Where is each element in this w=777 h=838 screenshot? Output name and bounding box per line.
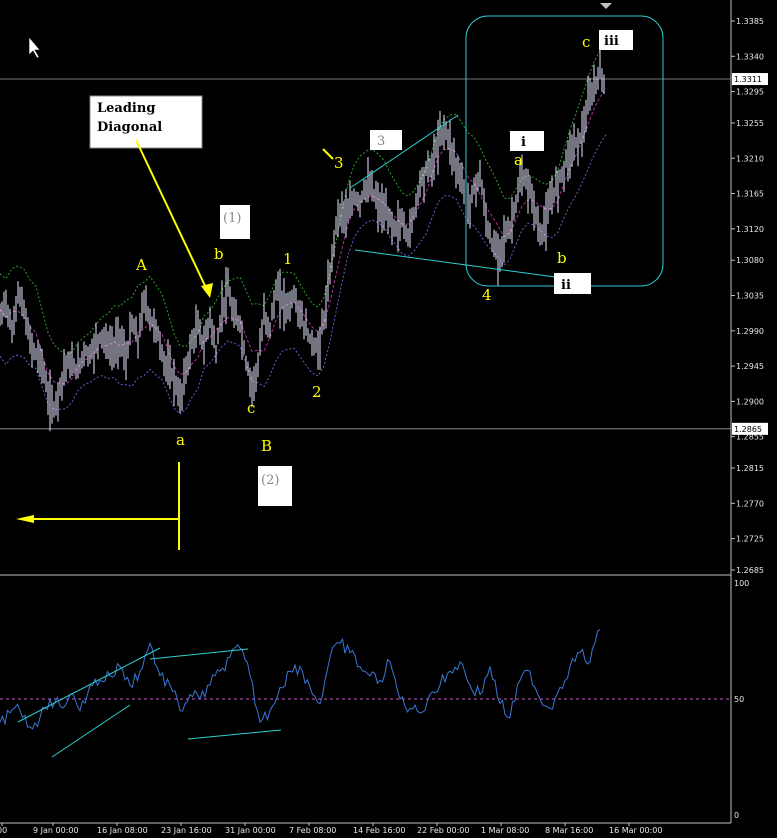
trend-lines[interactable] (17, 114, 556, 758)
time-tick-label: 22 Feb 00:00 (417, 826, 469, 835)
time-tick-label: 14 Feb 16:00 (353, 826, 405, 835)
label-B: B (261, 437, 272, 455)
left-arrow-icon (16, 462, 180, 550)
osc-trend-upper[interactable] (17, 647, 161, 723)
cursor-arrow-icon (28, 36, 41, 59)
label-4: 4 (482, 286, 492, 304)
label-box-1: (1) (223, 211, 241, 226)
time-tick-label: 9 Jan 00:00 (33, 826, 79, 835)
price-tick-label: 1.3255 (736, 119, 764, 128)
label-2: 2 (312, 383, 322, 401)
time-tick-label: 16 Mar 00:00 (609, 826, 662, 835)
current-price-label: 1.3311 (734, 75, 762, 84)
leading-label-line2: Diagonal (97, 120, 162, 135)
trend-line-upper[interactable] (349, 114, 459, 189)
price-tick-label: 1.3210 (736, 154, 764, 163)
price-tick-label: 1.3080 (736, 256, 764, 265)
wave-3-marker (322, 148, 334, 160)
osc-flat-upper[interactable] (149, 648, 249, 660)
label-c-low: c (247, 399, 255, 417)
marked-low-label: 1.2865 (734, 425, 762, 434)
osc-trend-lower[interactable] (51, 704, 131, 758)
time-tick-label: 1 Mar 08:00 (481, 826, 529, 835)
box-3-bg (370, 130, 402, 150)
box-i-bg (510, 131, 544, 151)
box-ii-bg (554, 273, 591, 294)
callout-arrow-head (201, 283, 213, 298)
label-1: 1 (283, 250, 293, 268)
time-tick-label: 8 Mar 16:00 (545, 826, 593, 835)
lower-band-line (0, 134, 607, 415)
chart-window: 1.3385 1.3340 1.3295 1.3255 1.3210 1.3165 1.31… (0, 0, 777, 838)
price-tick-label: 1.2725 (736, 535, 764, 544)
osc-flat-lower[interactable] (187, 729, 282, 740)
time-tick-label: 7 Feb 08:00 (289, 826, 336, 835)
price-tick-label: 1.2815 (736, 464, 764, 473)
price-tick-label: 1.3340 (736, 52, 764, 61)
label-box-3: 3 (377, 134, 385, 149)
time-tick-label: 23 Jan 16:00 (161, 826, 212, 835)
label-i: i (521, 135, 526, 150)
trend-line-lower[interactable] (354, 249, 556, 278)
price-tick-label: 1.3165 (736, 190, 764, 199)
osc-tick-label: 50 (734, 695, 744, 704)
upper-band-line (0, 42, 607, 356)
label-c-box: c (582, 33, 590, 51)
price-tick-label: 1.3035 (736, 292, 764, 301)
price-tick-label: 1.2770 (736, 499, 764, 508)
price-tick-label: 1.2945 (736, 362, 764, 371)
price-tick-label: 1.2990 (736, 327, 764, 336)
label-a-box: a (514, 151, 523, 169)
oscillator-panel (0, 629, 731, 730)
label-b: b (214, 245, 224, 263)
price-tick-label: 1.2685 (736, 566, 764, 575)
label-A: A (135, 256, 147, 274)
time-tick-label: 31 Jan 00:00 (225, 826, 276, 835)
label-a-low: a (176, 431, 185, 449)
time-tick-label: 16 Jan 08:00 (97, 826, 148, 835)
shift-marker-icon[interactable] (600, 3, 612, 9)
osc-tick-label: 0 (734, 811, 739, 820)
price-tick-label: 1.3385 (736, 17, 764, 26)
price-tick-label: 1.2900 (736, 397, 764, 406)
label-3: 3 (334, 154, 344, 172)
time-tick-label: 00 (0, 826, 7, 835)
label-ii: ii (561, 278, 571, 293)
price-tick-label: 1.3120 (736, 225, 764, 234)
oscillator-line (0, 629, 601, 730)
label-box-2: (2) (261, 473, 279, 488)
price-tick-label: 1.3295 (736, 88, 764, 97)
label-iii: iii (604, 34, 619, 49)
label-b-box: b (557, 249, 567, 267)
leading-label-line1: Leading (97, 101, 155, 116)
chart-canvas: 1.3385 1.3340 1.3295 1.3255 1.3210 1.3165 1.31… (0, 0, 768, 835)
osc-tick-label: 100 (734, 579, 749, 588)
